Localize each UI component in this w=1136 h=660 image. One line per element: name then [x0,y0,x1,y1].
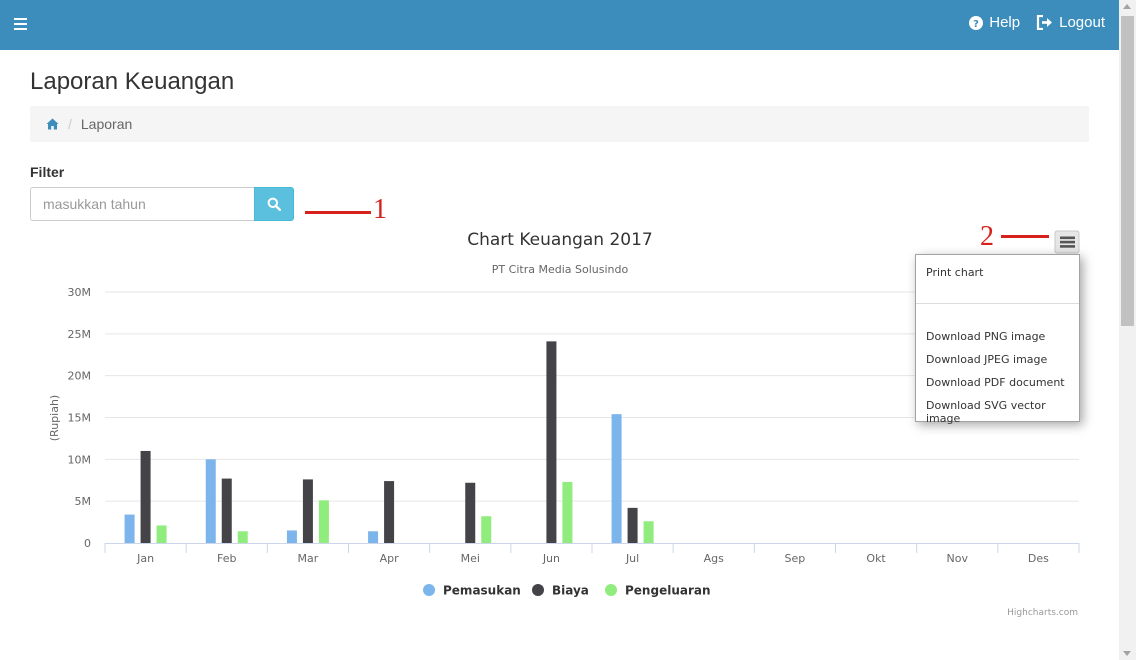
menu-item-download-pdf[interactable]: Download PDF document [926,376,1065,389]
scroll-up-arrow-icon[interactable] [1123,4,1131,9]
y-tick-label: 0 [84,537,91,550]
x-tick-label: Nov [947,552,969,565]
chart-export-menu-button[interactable] [1054,230,1080,254]
x-tick-label: Jun [542,552,560,565]
chart-subtitle: PT Citra Media Solusindo [492,263,629,276]
y-tick-label: 10M [68,453,92,466]
bar-biaya-mar[interactable] [302,479,313,543]
legend-item-pemasukan[interactable]: Pemasukan [423,584,521,598]
bar-pengeluaran-jan[interactable] [156,525,167,543]
menu-item-download-jpeg[interactable]: Download JPEG image [926,353,1047,366]
bar-pengeluaran-jun[interactable] [562,481,573,543]
y-tick-label: 25M [68,328,92,341]
bar-biaya-jan[interactable] [140,450,151,543]
x-tick-label: Des [1028,552,1049,565]
menu-separator [916,303,1079,304]
scroll-down-arrow-icon[interactable] [1123,651,1131,656]
bar-biaya-feb[interactable] [221,478,232,543]
x-tick-label: Mei [461,552,480,565]
legend-marker [605,584,617,596]
bar-pemasukan-jul[interactable] [611,414,622,543]
x-tick-label: Jul [625,552,639,565]
y-tick-label: 5M [75,495,92,508]
bar-pengeluaran-mei[interactable] [481,516,492,543]
legend-label: Pemasukan [443,584,521,598]
y-tick-label: 20M [68,370,92,383]
bar-pemasukan-feb[interactable] [205,459,216,543]
bar-biaya-mei[interactable] [465,482,476,543]
legend-marker [532,584,544,596]
chart-credits[interactable]: Highcharts.com [1007,608,1078,618]
y-tick-label: 30M [68,286,92,299]
bar-biaya-apr[interactable] [384,481,395,543]
x-tick-label: Sep [785,552,806,565]
x-tick-label: Mar [298,552,319,565]
x-tick-label: Okt [866,552,886,565]
legend-label: Biaya [552,584,589,598]
menu-item-download-svg[interactable]: Download SVG vector image [926,399,1079,425]
y-tick-label: 15M [68,412,92,425]
y-axis-title: (Rupiah) [48,395,61,441]
chart-export-menu: Print chart Download PNG image Download … [915,254,1080,425]
legend-label: Pengeluaran [625,584,711,598]
vertical-scrollbar[interactable] [1119,0,1136,660]
bar-pemasukan-mar[interactable] [286,530,297,543]
bar-pengeluaran-feb[interactable] [237,531,248,543]
bar-pemasukan-apr[interactable] [368,531,379,543]
bar-biaya-jul[interactable] [627,507,638,543]
bar-pengeluaran-jul[interactable] [643,521,654,543]
x-tick-label: Jan [136,552,154,565]
hamburger-menu-icon [1060,236,1075,248]
legend-item-biaya[interactable]: Biaya [532,584,589,598]
bar-biaya-jun[interactable] [546,341,557,543]
bar-pemasukan-jan[interactable] [124,514,135,543]
x-tick-label: Feb [217,552,236,565]
legend-item-pengeluaran[interactable]: Pengeluaran [605,584,711,598]
x-tick-label: Apr [380,552,400,565]
x-tick-label: Ags [704,552,725,565]
menu-item-download-png[interactable]: Download PNG image [926,330,1045,343]
chart-title: Chart Keuangan 2017 [467,230,653,250]
menu-item-print-chart[interactable]: Print chart [926,266,983,279]
legend-marker [423,584,435,596]
bar-pengeluaran-mar[interactable] [318,500,329,543]
scrollbar-thumb[interactable] [1121,16,1134,326]
